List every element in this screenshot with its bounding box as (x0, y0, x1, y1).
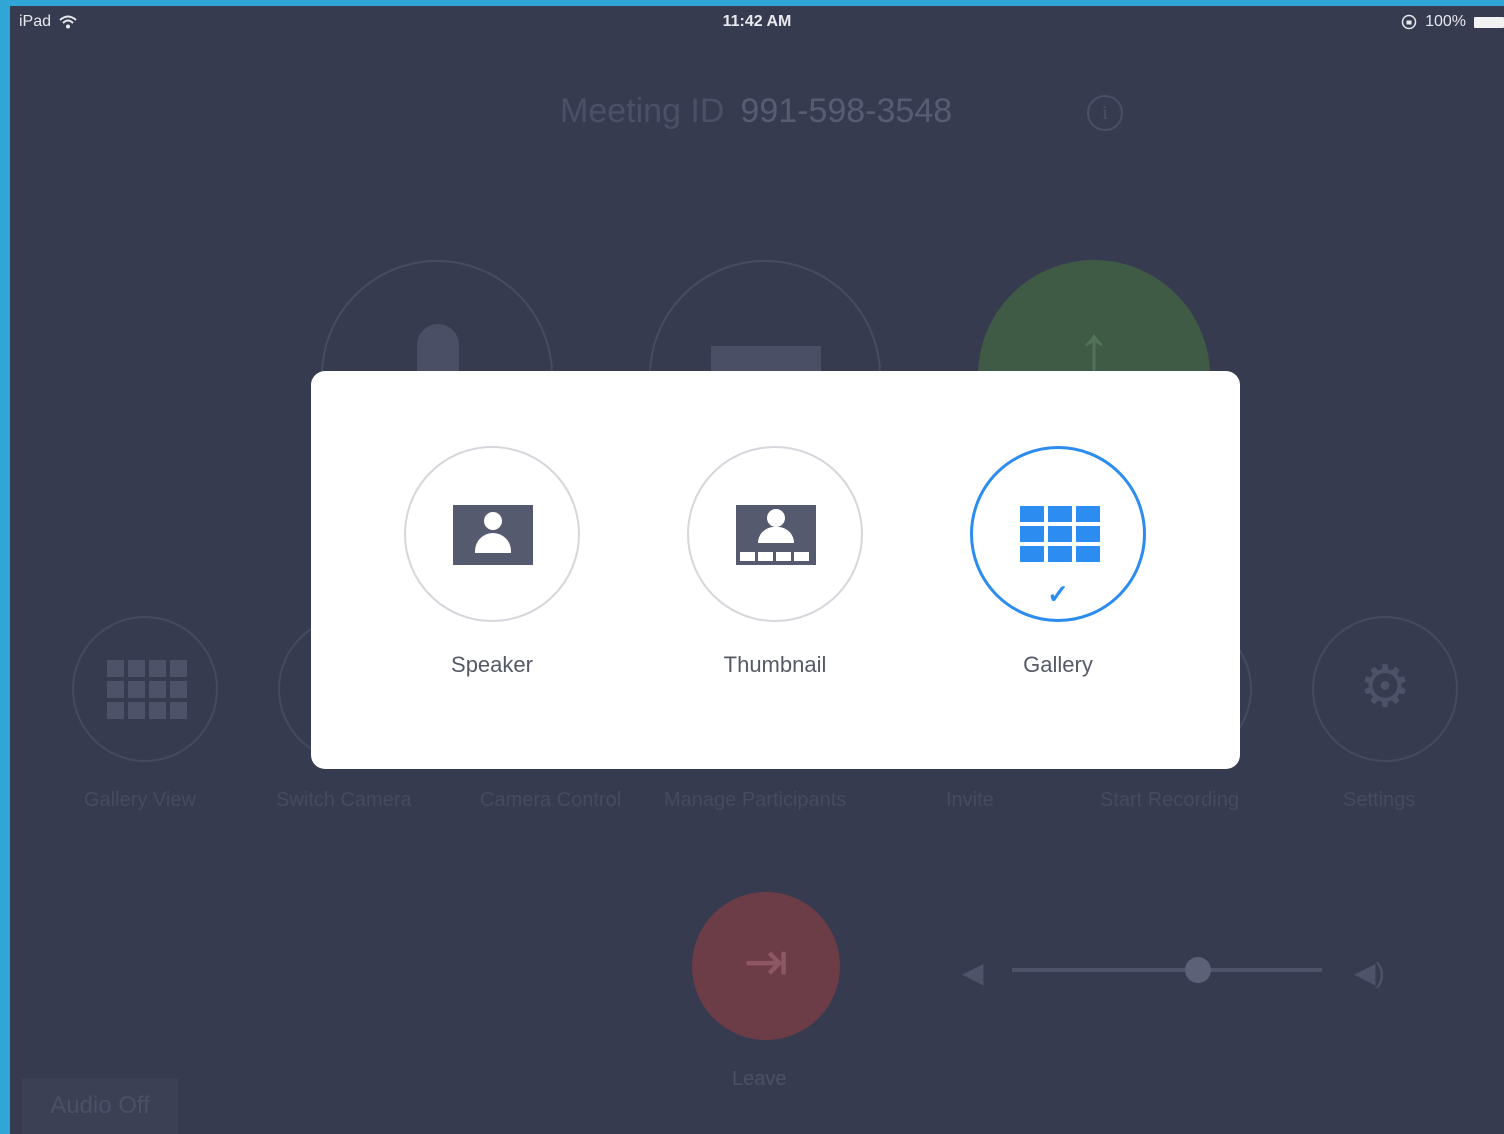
meeting-id-value: 991-598-3548 (740, 92, 953, 130)
gallery-view-icon (1020, 506, 1100, 562)
settings-button[interactable]: ⚙ (1312, 616, 1458, 762)
speaker-option-label: Speaker (451, 652, 533, 677)
toolbar-label-manage-participants: Manage Participants (664, 789, 847, 811)
volume-low-icon: ◀ (962, 957, 984, 988)
gear-icon: ⚙ (1359, 654, 1411, 719)
gallery-option-circle[interactable]: ✓ (970, 446, 1146, 622)
grid-icon (107, 660, 187, 719)
selected-check-icon: ✓ (1047, 579, 1069, 609)
battery-percent: 100% (1425, 13, 1466, 30)
speaker-view-icon (453, 505, 533, 565)
view-layout-picker: Speaker Thumbnail ✓ Gallery (311, 371, 1240, 769)
layout-option-speaker[interactable]: Speaker (404, 446, 580, 678)
toolbar-label-switch-camera: Switch Camera (276, 789, 412, 811)
volume-slider[interactable] (1012, 957, 1322, 983)
toolbar-label-invite: Invite (946, 789, 994, 811)
leave-label: Leave (732, 1068, 787, 1090)
orientation-lock-icon (1401, 14, 1417, 30)
volume-slider-thumb[interactable] (1185, 957, 1211, 983)
status-bar: iPad 11:42 AM 100% (10, 6, 1504, 38)
gallery-option-label: Gallery (1023, 652, 1093, 677)
layout-option-gallery[interactable]: ✓ Gallery (970, 446, 1146, 678)
toolbar-label-start-recording: Start Recording (1100, 789, 1239, 811)
meeting-screen: iPad 11:42 AM 100% Meeting ID 991-598-35… (10, 6, 1504, 1134)
thumbnail-option-label: Thumbnail (723, 652, 827, 677)
volume-high-icon: ◀) (1354, 957, 1385, 988)
meeting-id: Meeting ID 991-598-3548 (560, 92, 952, 131)
thumbnail-view-icon (736, 505, 816, 565)
audio-button[interactable]: Audio Off (22, 1078, 178, 1134)
thumbnail-option-circle[interactable] (687, 446, 863, 622)
layout-option-thumbnail[interactable]: Thumbnail (687, 446, 863, 678)
gallery-view-button[interactable] (72, 616, 218, 762)
speaker-option-circle[interactable] (404, 446, 580, 622)
battery-icon (1474, 16, 1504, 28)
toolbar-label-camera-control: Camera Control (480, 789, 622, 811)
toolbar-label-settings: Settings (1343, 789, 1416, 811)
status-right: 100% (1401, 13, 1504, 31)
meeting-id-label: Meeting ID (560, 92, 725, 130)
info-icon[interactable]: i (1087, 95, 1123, 131)
status-time: 11:42 AM (722, 13, 792, 30)
leave-button[interactable]: ⇥ (692, 892, 840, 1040)
toolbar-label-gallery-view: Gallery View (84, 789, 196, 811)
exit-door-icon: ⇥ (743, 932, 789, 992)
